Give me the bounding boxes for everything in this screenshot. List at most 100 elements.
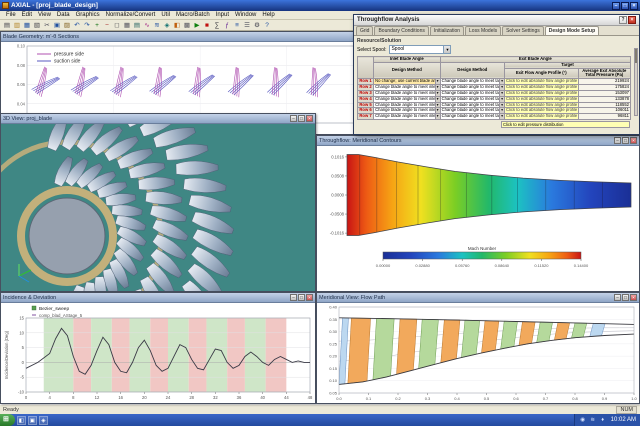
save-icon[interactable]: ▦ <box>22 21 32 30</box>
status-text: Ready <box>3 407 19 413</box>
redo-icon[interactable]: ↷ <box>82 21 92 30</box>
svg-text:0.0: 0.0 <box>336 396 342 401</box>
3d-viewport[interactable] <box>1 124 315 291</box>
close-button[interactable]: × <box>306 294 313 301</box>
undo-icon[interactable]: ↶ <box>72 21 82 30</box>
files-icon[interactable]: ▣ <box>28 416 37 425</box>
menu-edit[interactable]: Edit <box>19 12 35 18</box>
calc-icon[interactable]: ∑ <box>212 21 222 30</box>
angle-profile-cell[interactable]: Click to edit absolute flow angle profil… <box>505 79 579 85</box>
chevron-down-icon: ▼ <box>499 91 504 96</box>
close-button[interactable]: × <box>630 137 637 144</box>
menu-file[interactable]: File <box>3 12 19 18</box>
axial-icon[interactable]: ◧ <box>17 416 26 425</box>
settings-icon[interactable]: ⚙ <box>252 21 262 30</box>
copy-icon[interactable]: ▣ <box>52 21 62 30</box>
menu-data[interactable]: Data <box>54 12 73 18</box>
chevron-down-icon: ▼ <box>499 97 504 102</box>
menu-window[interactable]: Window <box>232 12 259 18</box>
svg-text:0.10: 0.10 <box>329 378 338 383</box>
zoom-in-icon[interactable]: + <box>92 21 102 30</box>
angle-profile-cell[interactable]: Click to edit absolute flow angle profil… <box>505 114 579 120</box>
window-meridional: Meridional View: Flow Path –□× 0.400.350… <box>316 292 640 404</box>
table-icon[interactable]: ▤ <box>132 21 142 30</box>
open-icon[interactable]: ▥ <box>12 21 22 30</box>
menu-macro-batch[interactable]: Macro/Batch <box>173 12 213 18</box>
close-button[interactable]: × <box>630 2 638 10</box>
angle-profile-cell[interactable]: Click to edit absolute flow angle profil… <box>505 108 579 114</box>
maximize-button[interactable]: □ <box>298 115 305 122</box>
tab-boundary-conditions[interactable]: Boundary Conditions <box>374 26 428 35</box>
minimize-button[interactable]: – <box>614 137 621 144</box>
svg-text:suction side: suction side <box>54 59 81 65</box>
tab-initialization[interactable]: Initialization <box>430 26 464 35</box>
menu-graphics[interactable]: Graphics <box>73 12 103 18</box>
menu-input[interactable]: Input <box>213 12 232 18</box>
angle-profile-cell[interactable]: Click to edit absolute flow angle profil… <box>505 96 579 102</box>
scrollbar-thumb[interactable] <box>635 49 637 63</box>
stop-icon[interactable]: ■ <box>202 21 212 30</box>
profiles-icon[interactable]: ≋ <box>152 21 162 30</box>
view-3d-icon[interactable]: ◈ <box>162 21 172 30</box>
maximize-button[interactable]: □ <box>622 294 629 301</box>
minimize-button[interactable]: – <box>290 294 297 301</box>
tab-solver-settings[interactable]: Solver Settings <box>502 26 544 35</box>
window-titlebar-3d-view[interactable]: 3D View: proj_blade –□× <box>1 114 315 124</box>
grid-icon[interactable]: ▦ <box>122 21 132 30</box>
mesh-icon[interactable]: ▩ <box>182 21 192 30</box>
pressure-distribution-link[interactable]: Click to edit pressure distribution <box>501 121 630 128</box>
inlet-method-dropdown[interactable]: Change blade angle to meet inlet flow an… <box>374 114 440 120</box>
window-titlebar[interactable]: AXIAL - [proj_blade_design] – □ × <box>0 0 640 11</box>
close-icon[interactable]: × <box>628 16 636 24</box>
svg-text:0.4: 0.4 <box>454 396 460 401</box>
viewer-icon[interactable]: ◈ <box>39 416 48 425</box>
tab-loss-models[interactable]: Loss Models <box>465 26 501 35</box>
chart-icon[interactable]: ∿ <box>142 21 152 30</box>
help-icon[interactable]: ? <box>262 21 272 30</box>
cut-icon[interactable]: ✂ <box>42 21 52 30</box>
angle-profile-cell[interactable]: Click to edit absolute flow angle profil… <box>505 102 579 108</box>
network-icon[interactable]: ≋ <box>589 416 597 424</box>
window-titlebar-sweep-chart[interactable]: Incidence & Deviation –□× <box>1 293 315 303</box>
tab-design-mode-setup[interactable]: Design Mode Setup <box>545 26 599 35</box>
spool-select[interactable]: Spool ▼ <box>389 45 451 54</box>
start-button[interactable]: ⊞ <box>0 414 15 426</box>
tab-grid[interactable]: Grid <box>356 26 373 35</box>
volume-icon[interactable]: ◉ <box>579 416 587 424</box>
zoom-out-icon[interactable]: − <box>102 21 112 30</box>
menu-help[interactable]: Help <box>259 12 277 18</box>
close-button[interactable]: × <box>306 115 313 122</box>
maximize-button[interactable]: □ <box>621 2 629 10</box>
contour-icon[interactable]: ◧ <box>172 21 182 30</box>
maximize-button[interactable]: □ <box>298 294 305 301</box>
run-icon[interactable]: ▶ <box>192 21 202 30</box>
menu-normalize-convert[interactable]: Normalize/Convert <box>103 12 159 18</box>
zoom-fit-icon[interactable]: ◻ <box>112 21 122 30</box>
paste-icon[interactable]: ▨ <box>62 21 72 30</box>
row-label: Row 5 <box>358 102 374 108</box>
properties-icon[interactable]: ☰ <box>242 21 252 30</box>
exit-method-dropdown[interactable]: Change blade angle to meet target▼ <box>440 114 504 120</box>
minimize-button[interactable]: – <box>290 115 297 122</box>
maximize-button[interactable]: □ <box>622 137 629 144</box>
minimize-button[interactable]: – <box>612 2 620 10</box>
svg-text:0.5: 0.5 <box>484 396 490 401</box>
print-icon[interactable]: ▧ <box>32 21 42 30</box>
table-scrollbar[interactable] <box>634 48 638 116</box>
svg-text:0.1016: 0.1016 <box>331 154 344 159</box>
dialog-titlebar[interactable]: Throughflow Analysis ? × <box>354 15 639 26</box>
minimize-button[interactable]: – <box>614 294 621 301</box>
pressure-cell[interactable]: 96811 <box>578 114 630 120</box>
angle-profile-cell[interactable]: Click to edit absolute flow angle profil… <box>505 85 579 91</box>
layers-icon[interactable]: ≡ <box>232 21 242 30</box>
help-button[interactable]: ? <box>619 16 627 24</box>
function-icon[interactable]: ƒ <box>222 21 232 30</box>
window-titlebar-meridional[interactable]: Meridional View: Flow Path –□× <box>317 293 639 303</box>
window-titlebar-contour[interactable]: Throughflow: Meridional Contours –□× <box>317 136 639 146</box>
new-icon[interactable]: ▤ <box>2 21 12 30</box>
close-button[interactable]: × <box>630 294 637 301</box>
angle-profile-cell[interactable]: Click to edit absolute flow angle profil… <box>505 90 579 96</box>
menu-util[interactable]: Util <box>158 12 173 18</box>
scheduler-icon[interactable]: ♦ <box>599 416 607 424</box>
menu-view[interactable]: View <box>35 12 54 18</box>
